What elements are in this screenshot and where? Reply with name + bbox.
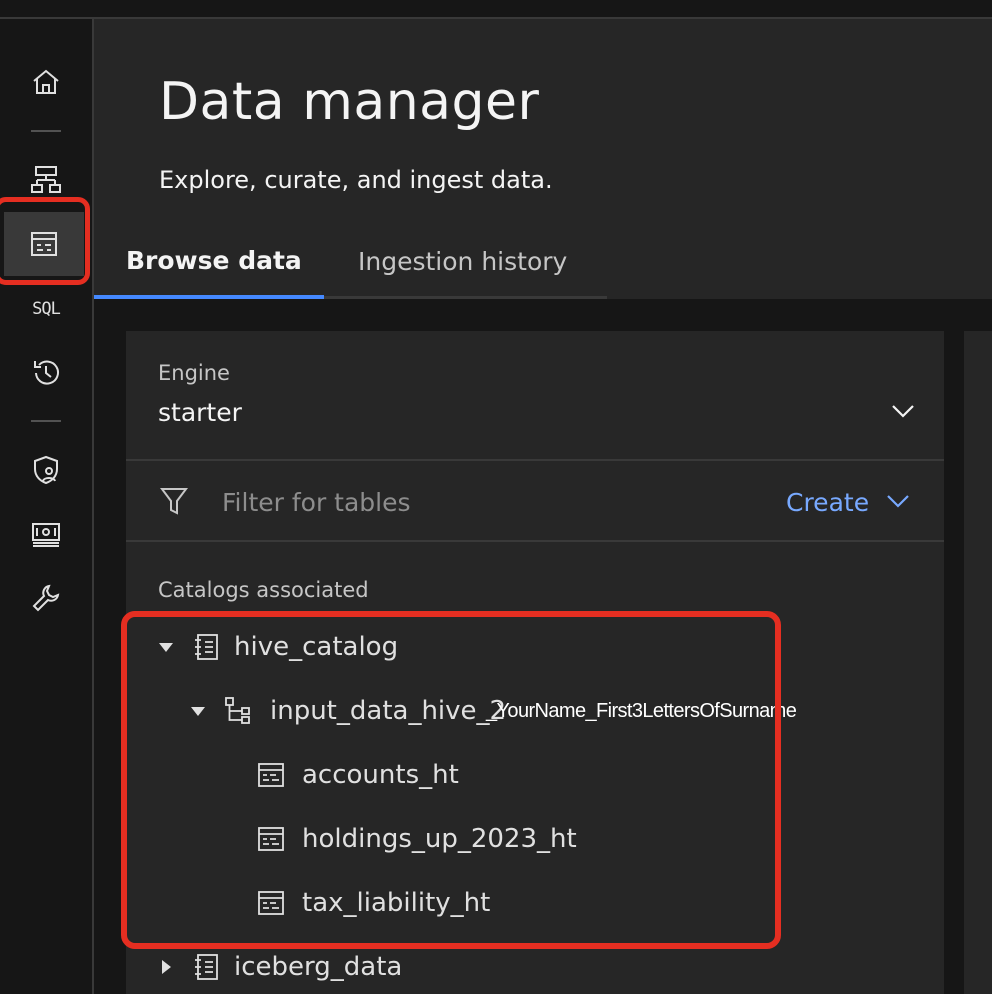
home-icon	[33, 69, 59, 94]
nav-home[interactable]	[0, 50, 92, 114]
catalog-name: iceberg_data	[234, 952, 403, 982]
top-bar	[0, 0, 992, 19]
tab-ingestion-history[interactable]: Ingestion history	[324, 226, 607, 299]
page-subtitle: Explore, curate, and ingest data.	[159, 166, 553, 194]
nav-separator	[31, 420, 61, 422]
side-nav-rail: SQL	[0, 19, 94, 994]
nav-sql[interactable]: SQL	[0, 277, 92, 341]
sql-icon: SQL	[32, 299, 61, 319]
chevron-down-icon	[887, 495, 909, 508]
page-title: Data manager	[159, 72, 540, 132]
filter-input[interactable]	[222, 484, 742, 520]
nav-access-control[interactable]	[0, 438, 92, 502]
details-panel	[964, 331, 992, 994]
filter-icon	[160, 488, 188, 515]
tab-browse-data[interactable]: Browse data	[94, 226, 324, 299]
query-history-icon	[34, 360, 59, 385]
billing-icon	[32, 523, 60, 547]
catalog-icon	[195, 954, 218, 980]
infrastructure-icon	[31, 166, 61, 193]
nav-configurations[interactable]	[0, 566, 92, 630]
nav-billing[interactable]	[0, 502, 92, 566]
nav-query-history[interactable]	[0, 341, 92, 405]
create-label: Create	[786, 487, 870, 517]
nav-separator	[31, 130, 61, 132]
highlight-box-tree	[121, 611, 781, 949]
access-control-icon	[34, 455, 58, 485]
catalogs-label: Catalogs associated	[158, 578, 369, 602]
highlight-box-nav	[0, 197, 90, 285]
divider	[126, 459, 944, 461]
divider	[126, 540, 944, 542]
tab-list: Browse data Ingestion history	[94, 226, 607, 299]
configurations-icon	[32, 584, 60, 612]
create-button[interactable]: Create	[786, 482, 911, 522]
chevron-down-icon[interactable]	[890, 400, 916, 422]
tree-item-catalog[interactable]: iceberg_data	[158, 947, 402, 987]
engine-label: Engine	[158, 361, 230, 385]
caret-right-icon[interactable]	[158, 959, 174, 975]
engine-dropdown[interactable]: starter	[158, 398, 242, 427]
